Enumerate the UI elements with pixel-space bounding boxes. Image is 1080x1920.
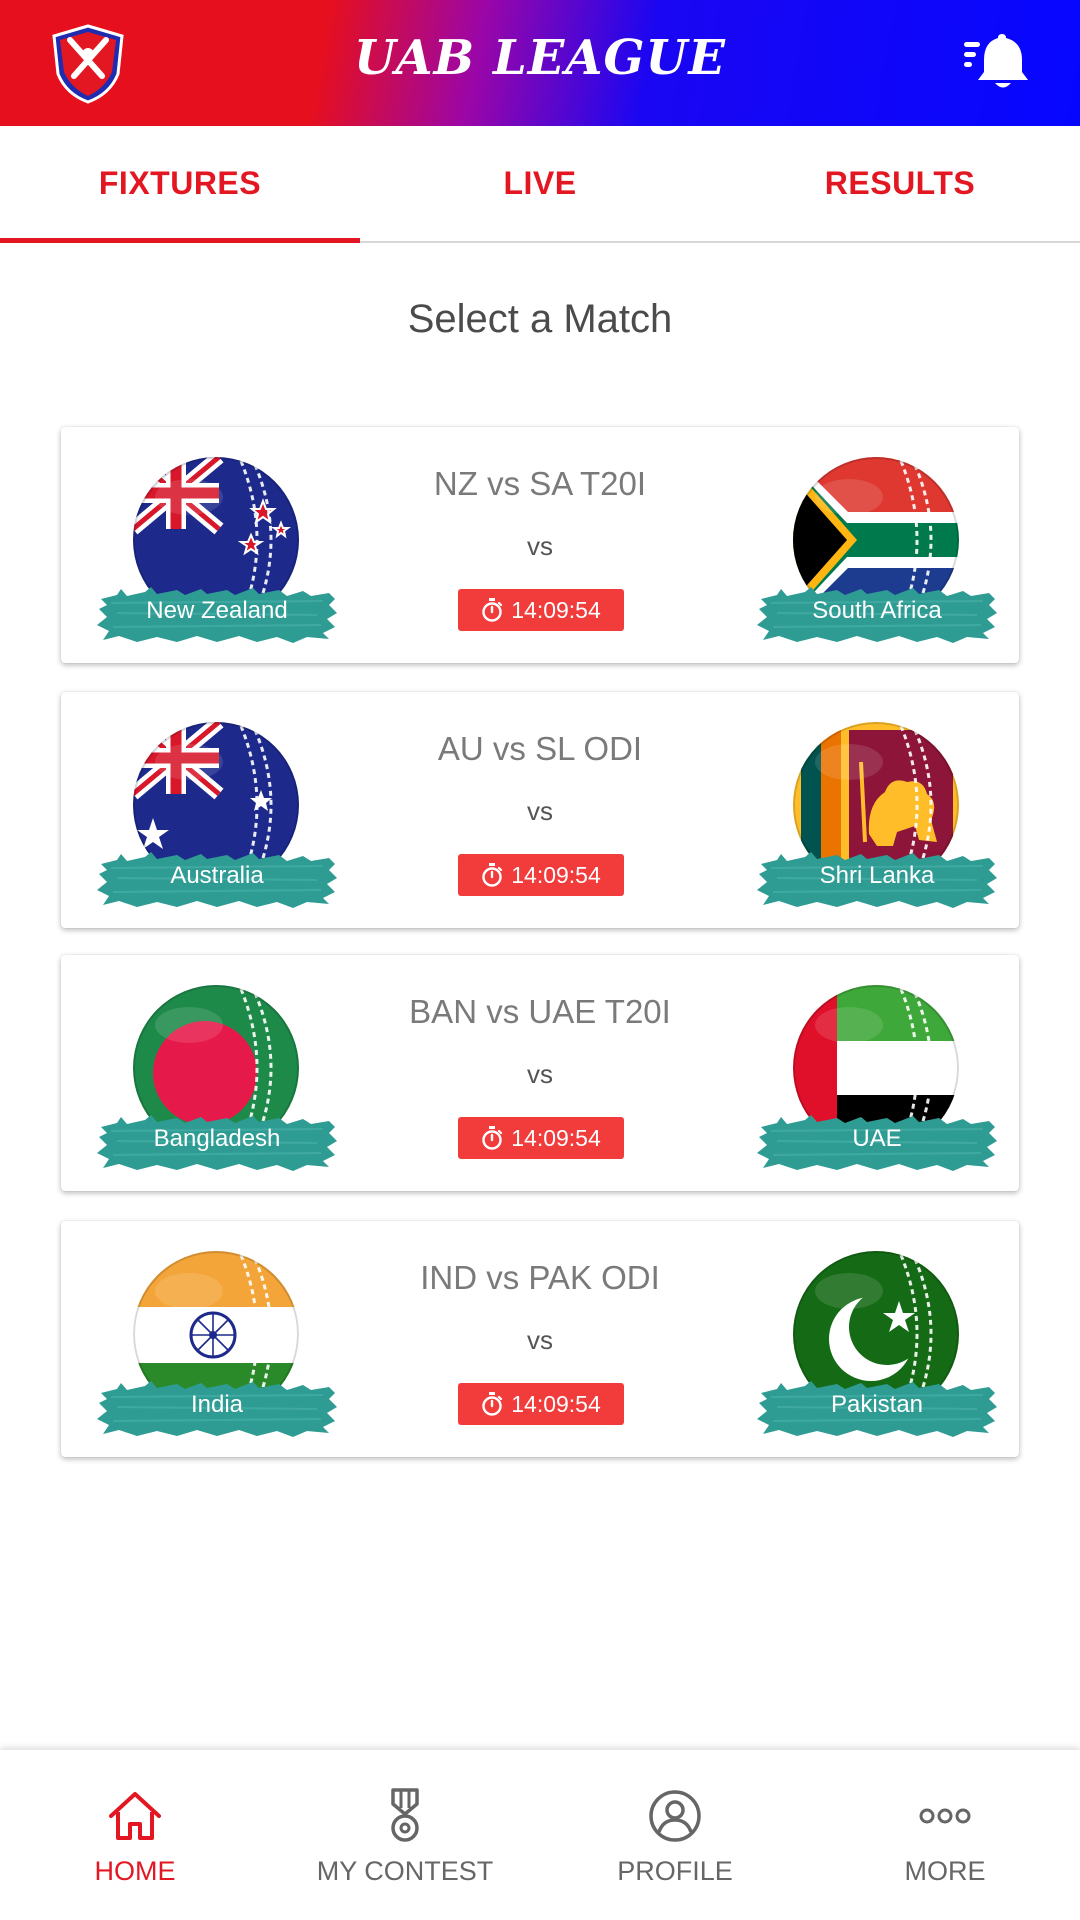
countdown-badge: 14:09:54 (458, 1383, 624, 1425)
match-title: AU vs SL ODI (437, 730, 643, 767)
team-name: India (190, 1391, 244, 1418)
home-icon (109, 1792, 161, 1840)
nav-more-label: MORE (904, 1856, 986, 1886)
tab-live[interactable]: LIVE (360, 126, 720, 241)
tab-results[interactable]: RESULTS (720, 126, 1080, 241)
user-icon (649, 1790, 701, 1842)
countdown-time: 14:09:54 (511, 1124, 601, 1151)
team-name: UAE (852, 1125, 902, 1152)
stopwatch-icon (481, 1126, 503, 1150)
section-title: Select a Match (407, 297, 673, 341)
team-right: South Africa (757, 457, 997, 643)
vs-label: vs (527, 1325, 553, 1355)
countdown-badge: 14:09:54 (458, 589, 624, 631)
app-header: UAB LEAGUE (0, 0, 1080, 126)
team-name: Pakistan (830, 1391, 924, 1418)
countdown-time: 14:09:54 (511, 1390, 601, 1417)
match-card[interactable]: India IND vs PAK ODI vs 14:09:54 Pakista… (61, 1221, 1019, 1457)
countdown-badge: 14:09:54 (458, 854, 624, 896)
stopwatch-icon (481, 863, 503, 887)
bottom-navigation: HOME MY CONTEST PROFILE MORE (0, 1750, 1080, 1920)
team-right: Pakistan (757, 1251, 997, 1437)
medal-icon (391, 1788, 419, 1842)
team-left: New Zealand (97, 457, 337, 643)
match-card[interactable]: New Zealand NZ vs SA T20I vs 14:09:54 So… (61, 427, 1019, 663)
team-name: South Africa (812, 597, 942, 624)
team-right: Shri Lanka (757, 722, 997, 908)
countdown-badge: 14:09:54 (458, 1117, 624, 1159)
nav-my-contest[interactable]: MY CONTEST (270, 1750, 540, 1920)
match-title: BAN vs UAE T20I (409, 993, 671, 1030)
team-name: Shri Lanka (819, 862, 935, 889)
team-left: India (97, 1251, 337, 1437)
match-tabs: FIXTURES LIVE RESULTS (0, 126, 1080, 243)
more-icon (919, 1808, 971, 1824)
team-left: Australia (97, 722, 337, 908)
nav-my-contest-label: MY CONTEST (316, 1856, 494, 1886)
countdown-time: 14:09:54 (511, 861, 601, 888)
nav-profile[interactable]: PROFILE (540, 1750, 810, 1920)
match-title: NZ vs SA T20I (433, 465, 647, 502)
team-name: Bangladesh (153, 1125, 281, 1152)
stopwatch-icon (481, 1392, 503, 1416)
tab-fixtures[interactable]: FIXTURES (0, 126, 360, 243)
nav-home-label: HOME (94, 1856, 176, 1886)
vs-label: vs (527, 796, 553, 826)
vs-label: vs (527, 1059, 553, 1089)
team-name: New Zealand (146, 597, 288, 624)
match-card[interactable]: Australia AU vs SL ODI vs 14:09:54 Shri … (61, 692, 1019, 928)
countdown-time: 14:09:54 (511, 596, 601, 623)
nav-more[interactable]: MORE (810, 1750, 1080, 1920)
match-title: IND vs PAK ODI (420, 1259, 660, 1296)
team-right: UAE (757, 985, 997, 1171)
vs-label: vs (527, 531, 553, 561)
team-name: Australia (170, 862, 264, 889)
notification-bell-icon[interactable] (962, 30, 1030, 92)
stopwatch-icon (481, 598, 503, 622)
match-card[interactable]: Bangladesh BAN vs UAE T20I vs 14:09:54 U… (61, 955, 1019, 1191)
nav-home[interactable]: HOME (0, 1750, 270, 1920)
nav-profile-label: PROFILE (617, 1856, 733, 1886)
team-left: Bangladesh (97, 985, 337, 1171)
app-title: UAB LEAGUE (354, 30, 726, 86)
